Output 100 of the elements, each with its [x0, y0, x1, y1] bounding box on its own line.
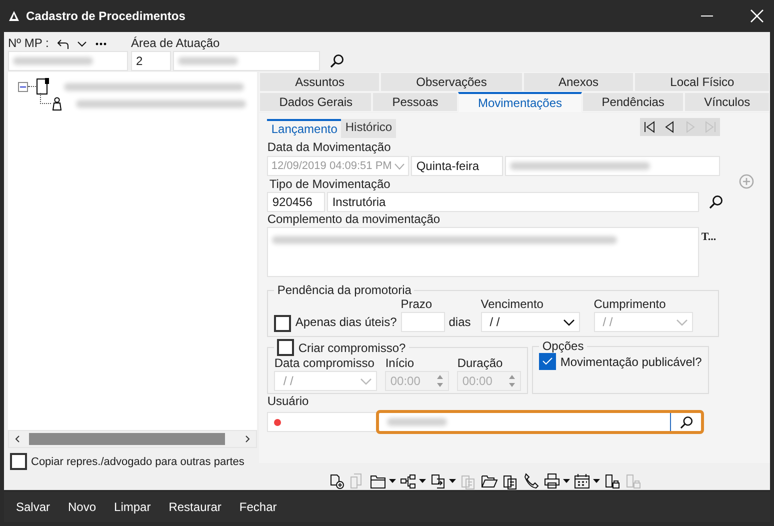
toolbar-button[interactable]: [544, 472, 570, 490]
transfer-icon: [430, 472, 447, 490]
doc-add-icon: [328, 472, 345, 490]
area-label: Área de Atuação: [131, 36, 221, 51]
tab[interactable]: Assuntos: [259, 72, 380, 92]
chevron-down-icon: [360, 378, 372, 384]
tab[interactable]: Lançamento: [267, 119, 342, 138]
fulfilment-date-label: Cumprimento: [594, 297, 667, 312]
term-label: Prazo: [400, 297, 434, 312]
doc-lock-icon: [604, 472, 621, 490]
action-button[interactable]: Limpar: [108, 496, 157, 518]
doc-lock-icon: [625, 472, 642, 490]
copy-icon: [502, 472, 519, 490]
spinner-arrows-icon: [508, 374, 516, 388]
user-label: Usuário: [267, 394, 310, 409]
business-days-label: Apenas dias úteis?: [295, 314, 397, 331]
area-code-field[interactable]: 2: [131, 51, 171, 71]
create-appointment-label: Criar compromisso?: [298, 340, 406, 354]
dropdown-arrow-icon: [419, 479, 426, 483]
tab[interactable]: Histórico: [341, 119, 396, 138]
tab[interactable]: Movimentações: [458, 92, 582, 113]
folder-open-icon: [481, 472, 498, 490]
hierarchy-icon: [400, 472, 417, 490]
dropdown-arrow-icon: [389, 479, 396, 483]
folder-icon: [370, 472, 387, 490]
start-time-label: Início: [385, 356, 416, 371]
duration-label: Duração: [457, 356, 504, 371]
action-button[interactable]: Novo: [62, 496, 102, 518]
toolbar-button[interactable]: [370, 472, 396, 490]
close-icon[interactable]: [750, 9, 764, 23]
chevron-down-icon[interactable]: [76, 40, 87, 46]
checkbox[interactable]: [539, 353, 556, 370]
dropdown-arrow-icon: [563, 479, 570, 483]
calendar-icon: [574, 472, 591, 490]
tab[interactable]: Observações: [380, 72, 523, 92]
area-name-field[interactable]: [173, 51, 320, 71]
person-icon: [52, 96, 62, 110]
search-icon[interactable]: [709, 195, 724, 209]
movement-type-name-field[interactable]: Instrutória: [327, 192, 700, 212]
window-title: Cadastro de Procedimentos: [26, 9, 186, 23]
toolbar-button[interactable]: [430, 472, 456, 490]
publishable-label: Movimentação publicável?: [560, 354, 702, 368]
copy-option-label: Copiar repres./advogado para outras partes: [31, 456, 244, 468]
group-title: Pendência da promotoria: [276, 283, 412, 297]
movement-type-code-field[interactable]: 920456: [267, 192, 326, 212]
due-date-label: Vencimento: [480, 297, 544, 312]
weekday-field: Quinta-feira: [411, 156, 504, 176]
movement-type-label: Tipo de Movimentação: [268, 177, 390, 192]
user-code-field[interactable]: [267, 412, 378, 432]
phone-icon: [523, 472, 540, 490]
action-button[interactable]: Fechar: [233, 496, 283, 518]
days-label: dias: [448, 314, 471, 331]
toolbar-button[interactable]: [400, 472, 426, 490]
horizontal-scrollbar[interactable]: [8, 430, 258, 448]
collapse-icon[interactable]: [18, 82, 28, 92]
text-format-link[interactable]: T...: [701, 231, 716, 243]
first-record-icon[interactable]: [644, 121, 656, 133]
scrollbar-thumb[interactable]: [29, 433, 225, 445]
checkbox[interactable]: [10, 453, 27, 470]
due-date-dropdown[interactable]: / /: [480, 312, 580, 332]
toolbar-button[interactable]: [604, 472, 621, 490]
toolbar-button[interactable]: [502, 472, 519, 490]
chevron-down-icon: [394, 162, 406, 170]
dropdown-arrow-icon: [593, 479, 600, 483]
chevron-down-icon: [676, 318, 688, 326]
action-button[interactable]: Restaurar: [162, 496, 228, 518]
tab[interactable]: Anexos: [522, 72, 634, 92]
search-icon: [680, 416, 693, 428]
printer-icon: [544, 472, 561, 490]
tab[interactable]: Vínculos: [684, 92, 770, 112]
undo-icon[interactable]: [56, 38, 69, 48]
term-field[interactable]: [400, 312, 445, 332]
document-icon: [36, 78, 50, 95]
dropdown-arrow-icon: [449, 479, 456, 483]
toolbar-button[interactable]: [523, 472, 540, 490]
mp-number-field[interactable]: [8, 51, 128, 71]
complement-label: Complemento da movimentação: [267, 212, 442, 227]
app-icon: [8, 10, 20, 22]
toolbar-button[interactable]: [481, 472, 498, 490]
movement-date-label: Data da Movimentação: [267, 140, 392, 155]
group-title: Opções: [541, 339, 585, 353]
checkbox[interactable]: [277, 339, 294, 356]
appointment-date-label: Data compromisso: [274, 356, 376, 371]
user-name-field[interactable]: [376, 410, 704, 434]
copy-icon: [460, 472, 477, 490]
previous-record-icon[interactable]: [664, 121, 676, 133]
spinner-arrows-icon: [436, 374, 444, 388]
tab[interactable]: Dados Gerais: [259, 92, 372, 112]
check-icon: [542, 357, 554, 366]
tab[interactable]: Pendências: [582, 92, 684, 112]
mp-label: Nº MP :: [8, 36, 49, 51]
checkbox[interactable]: [274, 315, 292, 332]
toolbar-button[interactable]: [574, 472, 600, 490]
search-icon[interactable]: [330, 54, 344, 68]
more-icon[interactable]: [94, 42, 107, 46]
toolbar-button[interactable]: [328, 472, 345, 490]
action-button[interactable]: Salvar: [10, 496, 56, 518]
chevron-down-icon: [562, 318, 575, 326]
tab[interactable]: Pessoas: [372, 92, 458, 112]
tab[interactable]: Local Físico: [634, 72, 770, 92]
